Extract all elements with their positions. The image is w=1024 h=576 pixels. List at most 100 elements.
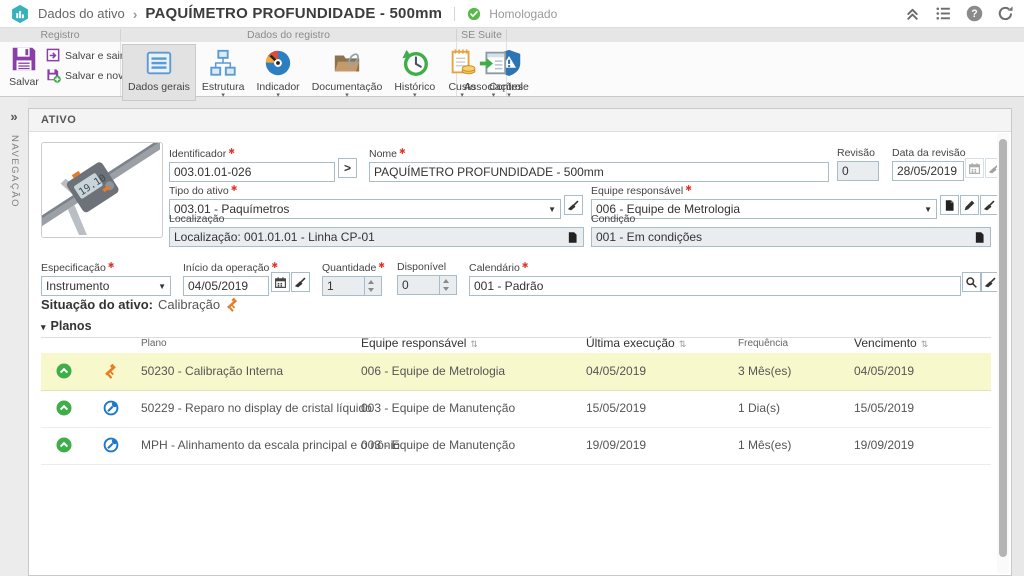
disponivel-stepper: 0: [397, 275, 457, 295]
table-row[interactable]: MPH - Alinhamento da escala principal e …: [41, 427, 991, 465]
required-icon: ✱: [108, 261, 115, 270]
column-header-vencimento[interactable]: Vencimento⇅: [854, 336, 928, 350]
inicio-operacao-input[interactable]: 04/05/2019: [183, 276, 269, 296]
table-row[interactable]: 50229 - Reparo no display de cristal líq…: [41, 390, 991, 428]
inicio-operacao-field: Início da operação✱ 04/05/2019: [183, 261, 269, 296]
plan-due-date: 19/09/2019: [854, 438, 914, 452]
calendario-search-button[interactable]: [962, 272, 981, 292]
condicao-input: 001 - Em condições: [591, 227, 991, 247]
topbar-actions: ?: [904, 5, 1014, 22]
plan-team: 003 - Equipe de Manutenção: [361, 401, 515, 415]
tab-indicador[interactable]: Indicador ▾: [250, 44, 305, 101]
sort-icon: ⇅: [921, 339, 929, 349]
equipe-data-button[interactable]: [940, 195, 959, 215]
sidebar-navegacao-label[interactable]: NAVEGAÇÃO: [9, 135, 20, 208]
tipo-ativo-clear-button[interactable]: [564, 195, 583, 215]
general-data-icon: [144, 48, 174, 78]
save-and-new-button[interactable]: Salvar e novo: [46, 68, 129, 83]
identificador-input[interactable]: 003.01.01-026: [169, 162, 335, 182]
nome-input[interactable]: PAQUÍMETRO PROFUNDIDADE - 500mm: [369, 162, 829, 182]
collapse-toolbar-icon[interactable]: [904, 5, 921, 22]
planos-table-header: Plano Equipe responsável⇅ Última execuçã…: [41, 333, 991, 353]
required-icon: ✱: [271, 261, 278, 270]
spin-down-icon: [368, 288, 374, 292]
documentation-folder-icon: [332, 48, 362, 78]
status-badge: Homologado: [489, 7, 557, 21]
calendario-label: Calendário✱: [469, 261, 961, 274]
identificador-label: Identificador✱: [169, 147, 335, 160]
dropdown-caret-icon: ▾: [492, 93, 496, 99]
plan-last-execution: 04/05/2019: [586, 364, 646, 378]
inicio-operacao-calendar-button[interactable]: [271, 272, 290, 292]
tab-documentacao[interactable]: Documentação ▾: [306, 44, 389, 101]
asset-photo[interactable]: 19.10: [41, 142, 163, 238]
execute-plan-icon[interactable]: [56, 437, 72, 453]
panel-body: 19.10 Identificador✱ 003.01.01-026 > Nom…: [29, 131, 1011, 575]
inicio-operacao-clear-button[interactable]: [291, 272, 310, 292]
spin-up-icon: [368, 280, 374, 284]
panel-title: ATIVO: [29, 109, 1011, 132]
localizacao-label: Localização: [169, 213, 584, 225]
app-window: Dados do ativo › PAQUÍMETRO PROFUNDIDADE…: [0, 0, 1024, 576]
especificacao-select[interactable]: Instrumento▼: [41, 276, 171, 296]
localizacao-data-icon[interactable]: [566, 231, 579, 244]
data-revisao-input[interactable]: 28/05/2019: [892, 161, 964, 181]
condicao-data-icon[interactable]: [973, 231, 986, 244]
tab-estrutura[interactable]: Estrutura ▾: [196, 44, 251, 101]
ribbon-toolbar: Salvar Salvar e sair Salvar e novo: [0, 42, 1024, 97]
plan-due-date: 15/05/2019: [854, 401, 914, 415]
quantidade-spinner[interactable]: [364, 277, 377, 295]
plan-frequency: 1 Dia(s): [738, 401, 780, 415]
select-caret-icon: ▼: [154, 282, 166, 291]
execute-plan-icon[interactable]: [56, 400, 72, 416]
table-row[interactable]: 50230 - Calibração Interna 006 - Equipe …: [41, 353, 991, 391]
plan-type-calibration-icon: [103, 363, 119, 379]
group-label-se-suite: SE Suite: [457, 28, 506, 42]
menu-list-icon[interactable]: [935, 5, 952, 22]
equipe-label: Equipe responsável✱: [591, 184, 937, 197]
localizacao-field: Localização Localização: 001.01.01 - Lin…: [169, 213, 584, 247]
disponivel-spinner[interactable]: [439, 276, 452, 294]
tab-associacoes[interactable]: Associações ▾: [458, 44, 529, 101]
vertical-scrollbar[interactable]: [997, 133, 1009, 573]
column-header-plano: Plano: [141, 338, 167, 349]
ativo-panel: ATIVO 19.10: [28, 108, 1012, 576]
save-and-exit-button[interactable]: Salvar e sair: [46, 48, 123, 63]
column-header-ultima-execucao[interactable]: Última execução⇅: [586, 336, 686, 350]
execute-plan-icon[interactable]: [56, 363, 72, 379]
homologado-status-icon: [467, 7, 481, 21]
calendario-input[interactable]: 001 - Padrão: [469, 276, 961, 296]
save-button[interactable]: Salvar: [5, 44, 43, 88]
plan-name: 50229 - Reparo no display de cristal líq…: [141, 401, 372, 415]
navigation-sidebar: » NAVEGAÇÃO: [0, 97, 28, 576]
calibration-icon[interactable]: [225, 297, 240, 312]
scrollbar-thumb[interactable]: [999, 139, 1007, 557]
tab-historico[interactable]: Histórico ▾: [388, 44, 441, 101]
quantidade-field: Quantidade✱ 1: [322, 261, 382, 296]
inicio-operacao-label: Início da operação✱: [183, 261, 269, 274]
plan-frequency: 3 Mês(es): [738, 364, 791, 378]
plan-last-execution: 19/09/2019: [586, 438, 646, 452]
dropdown-caret-icon: ▾: [413, 93, 417, 99]
help-icon[interactable]: ?: [966, 5, 983, 22]
svg-text:?: ?: [971, 8, 977, 20]
group-label-dados-registro: Dados do registro: [122, 28, 455, 42]
plan-frequency: 1 Mês(es): [738, 438, 791, 452]
section-collapse-icon: ▾: [41, 322, 46, 332]
sidebar-expand-icon[interactable]: »: [0, 109, 28, 124]
revisao-label: Revisão: [837, 147, 879, 159]
condicao-field: Condição 001 - Em condições: [591, 213, 991, 247]
refresh-icon[interactable]: [997, 5, 1014, 22]
localizacao-input: Localização: 001.01.01 - Linha CP-01: [169, 227, 584, 247]
breadcrumb[interactable]: Dados do ativo: [38, 6, 125, 21]
tab-dados-gerais[interactable]: Dados gerais: [122, 44, 196, 101]
disponivel-field: Disponível 0: [397, 261, 457, 295]
group-label-registro: Registro: [0, 28, 120, 42]
especificacao-label: Especificação✱: [41, 261, 171, 274]
identificador-goto-button[interactable]: >: [338, 158, 357, 178]
calendario-field: Calendário✱ 001 - Padrão: [469, 261, 961, 296]
required-icon: ✱: [378, 261, 385, 270]
save-new-icon: [46, 68, 61, 83]
column-header-equipe[interactable]: Equipe responsável⇅: [361, 336, 478, 350]
equipe-edit-button[interactable]: [960, 195, 979, 215]
